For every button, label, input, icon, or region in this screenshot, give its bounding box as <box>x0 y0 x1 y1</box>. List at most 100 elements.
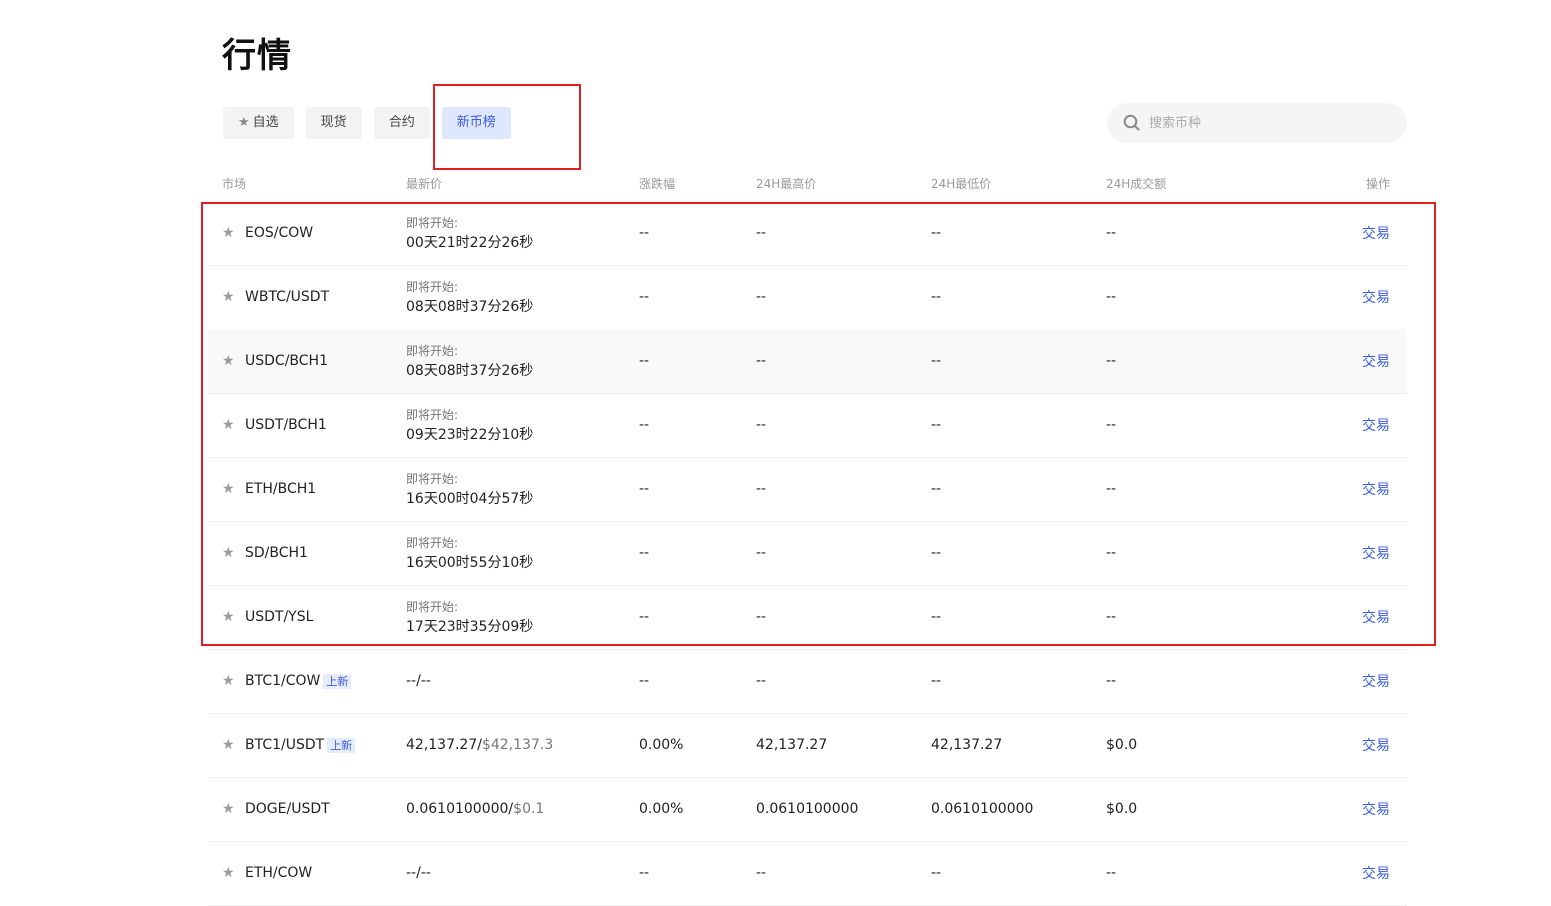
trade-link[interactable]: 交易 <box>1362 265 1390 329</box>
tab-spot[interactable]: 现货 <box>305 107 362 139</box>
volume-value: -- <box>1106 865 1117 881</box>
pair-name: USDT/BCH1 <box>245 417 327 433</box>
favorite-star-icon[interactable]: ★ <box>222 329 235 393</box>
change-value: -- <box>639 225 650 241</box>
pair-name: BTC1/COW <box>245 673 321 689</box>
countdown-label: 即将开始: <box>406 472 459 486</box>
trade-link[interactable]: 交易 <box>1362 201 1390 265</box>
low-value: -- <box>931 609 942 625</box>
trade-link[interactable]: 交易 <box>1362 393 1390 457</box>
price-cell: 即将开始: 16天00时55分10秒 <box>406 521 533 585</box>
trade-link[interactable]: 交易 <box>1362 585 1390 649</box>
table-row[interactable]: ★ BTC1/USDT 上新 42,137.27/$42,137.3 0.00% 42,1… <box>208 713 1407 778</box>
low-value: -- <box>931 481 942 497</box>
new-badge: 上新 <box>323 673 352 689</box>
pair-name: WBTC/USDT <box>245 289 330 305</box>
favorite-star-icon[interactable]: ★ <box>222 777 235 841</box>
countdown-label: 即将开始: <box>406 536 459 550</box>
search-box[interactable] <box>1107 103 1407 143</box>
tab-new-coins[interactable]: 新币榜 <box>441 107 511 139</box>
pair-cell: USDT/YSL <box>245 585 313 649</box>
price-cell: 即将开始: 08天08时37分26秒 <box>406 329 533 393</box>
volume-value: -- <box>1106 225 1117 241</box>
volume-value: -- <box>1106 609 1117 625</box>
table-row[interactable]: ★ USDT/YSL 即将开始: 17天23时35分09秒 -- -- -- -- 交易 <box>208 585 1407 650</box>
column-header-low: 24H最低价 <box>931 177 992 191</box>
countdown-label: 即将开始: <box>406 216 459 230</box>
favorite-star-icon[interactable]: ★ <box>222 393 235 457</box>
price-usd: $42,137.3 <box>481 737 554 753</box>
pair-cell: SD/BCH1 <box>245 521 308 585</box>
table-row[interactable]: ★ EOS/COW 即将开始: 00天21时22分26秒 -- -- -- -- 交易 <box>208 201 1407 266</box>
page-title: 行情 <box>222 36 292 76</box>
table-row[interactable]: ★ ETH/COW --/-- -- -- -- -- 交易 <box>208 841 1407 906</box>
countdown-label: 即将开始: <box>406 280 459 294</box>
favorite-star-icon[interactable]: ★ <box>222 265 235 329</box>
high-value: -- <box>756 353 767 369</box>
favorite-star-icon[interactable]: ★ <box>222 457 235 521</box>
column-header-last-price: 最新价 <box>406 177 443 191</box>
search-icon <box>1123 114 1140 131</box>
favorite-star-icon[interactable]: ★ <box>222 649 235 713</box>
pair-cell: USDC/BCH1 <box>245 329 328 393</box>
pair-cell: ETH/BCH1 <box>245 457 316 521</box>
pair-name: ETH/COW <box>245 865 313 881</box>
change-value: -- <box>639 481 650 497</box>
high-value: -- <box>756 609 767 625</box>
table-row[interactable]: ★ DOGE/USDT 0.0610100000/$0.1 0.00% 0.061010… <box>208 777 1407 842</box>
table-row[interactable]: ★ ETH/BCH1 即将开始: 16天00时04分57秒 -- -- -- -- 交易 <box>208 457 1407 522</box>
tab-favorites[interactable]: ★ 自选 <box>223 107 294 139</box>
star-icon: ★ <box>238 115 250 130</box>
table-row[interactable]: ★ WBTC/USDT 即将开始: 08天08时37分26秒 -- -- -- -- 交易 <box>208 265 1407 330</box>
countdown-label: 即将开始: <box>406 600 459 614</box>
volume-value: -- <box>1106 417 1117 433</box>
pair-name: ETH/BCH1 <box>245 481 317 497</box>
low-value: -- <box>931 545 942 561</box>
pair-cell: WBTC/USDT <box>245 265 329 329</box>
change-value: -- <box>639 417 650 433</box>
table-row[interactable]: ★ USDC/BCH1 即将开始: 08天08时37分26秒 -- -- -- -- 交易 <box>208 329 1407 394</box>
countdown-label: 即将开始: <box>406 344 459 358</box>
favorite-star-icon[interactable]: ★ <box>222 841 235 905</box>
pair-cell: USDT/BCH1 <box>245 393 327 457</box>
high-value: -- <box>756 481 767 497</box>
low-value: -- <box>931 865 942 881</box>
tab-label: 合约 <box>388 115 415 130</box>
change-value: 0.00% <box>639 801 684 817</box>
change-value: 0.00% <box>639 737 684 753</box>
search-input[interactable] <box>1147 114 1391 132</box>
change-value: -- <box>639 353 650 369</box>
countdown-label: 即将开始: <box>406 408 459 422</box>
price-cell: --/-- <box>406 649 431 713</box>
table-row[interactable]: ★ SD/BCH1 即将开始: 16天00时55分10秒 -- -- -- -- 交易 <box>208 521 1407 586</box>
trade-link[interactable]: 交易 <box>1362 713 1390 777</box>
favorite-star-icon[interactable]: ★ <box>222 201 235 265</box>
favorite-star-icon[interactable]: ★ <box>222 521 235 585</box>
tab-contract[interactable]: 合约 <box>373 107 430 139</box>
high-value: -- <box>756 417 767 433</box>
market-tabs: ★ 自选 现货 合约 新币榜 <box>223 107 511 139</box>
countdown-value: 09天23时22分10秒 <box>406 427 534 443</box>
countdown-value: 17天23时35分09秒 <box>406 619 534 635</box>
countdown-value: 16天00时55分10秒 <box>406 555 534 571</box>
volume-value: -- <box>1106 289 1117 305</box>
pair-name: SD/BCH1 <box>245 545 308 561</box>
pair-cell: BTC1/USDT 上新 <box>245 713 356 777</box>
favorite-star-icon[interactable]: ★ <box>222 585 235 649</box>
volume-value: -- <box>1106 481 1117 497</box>
favorite-star-icon[interactable]: ★ <box>222 713 235 777</box>
table-row[interactable]: ★ BTC1/COW 上新 --/-- -- -- -- -- 交易 <box>208 649 1407 714</box>
trade-link[interactable]: 交易 <box>1362 521 1390 585</box>
trade-link[interactable]: 交易 <box>1362 841 1390 905</box>
pair-name: DOGE/USDT <box>245 801 330 817</box>
trade-link[interactable]: 交易 <box>1362 649 1390 713</box>
pair-cell: ETH/COW <box>245 841 312 905</box>
change-value: -- <box>639 865 650 881</box>
price-wrap: --/-- <box>406 865 431 881</box>
trade-link[interactable]: 交易 <box>1362 777 1390 841</box>
trade-link[interactable]: 交易 <box>1362 329 1390 393</box>
table-row[interactable]: ★ USDT/BCH1 即将开始: 09天23时22分10秒 -- -- -- -- 交易 <box>208 393 1407 458</box>
volume-value: -- <box>1106 545 1117 561</box>
trade-link[interactable]: 交易 <box>1362 457 1390 521</box>
price-value: 0.0610100000/ <box>406 801 514 817</box>
